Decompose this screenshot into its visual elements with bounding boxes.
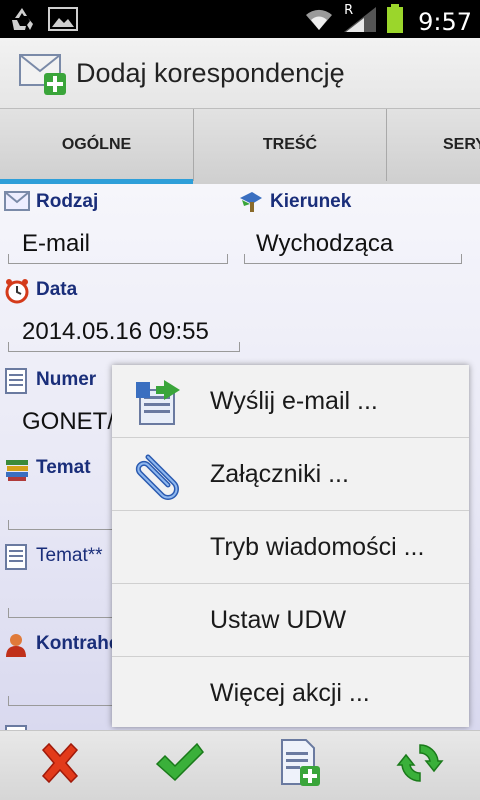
rodzaj-label-text: Rodzaj (36, 191, 99, 212)
cancel-icon (37, 740, 83, 791)
data-label-text: Data (36, 279, 78, 300)
tab-tresc[interactable]: TREŚĆ (193, 109, 386, 181)
menu-item-attachments[interactable]: Załączniki ... (112, 438, 469, 511)
add-document-icon (278, 738, 322, 793)
field-label-temat2: Temat** (4, 544, 103, 570)
paperclip-icon (134, 449, 186, 501)
wifi-icon (304, 6, 334, 37)
tab-serie[interactable]: SERY (386, 109, 480, 181)
field-label-rodzaj: Rodzaj (4, 190, 98, 214)
kierunek-label-text: Kierunek (270, 191, 352, 212)
status-bar: R 9:57 (0, 0, 480, 38)
context-menu: Wyślij e-mail ... Załączniki ... Tryb wi… (112, 365, 469, 727)
temat2-field-line (8, 608, 112, 618)
tab-bar: OGÓLNE TREŚĆ SERY (0, 108, 480, 185)
envelope-icon (4, 190, 30, 214)
confirm-button[interactable] (152, 738, 208, 794)
bottom-action-bar (0, 730, 480, 800)
refresh-button[interactable] (392, 738, 448, 794)
document-list-icon (4, 722, 30, 730)
field-label-data: Data (4, 278, 78, 304)
menu-item-label: Wyślij e-mail ... (210, 386, 378, 415)
network-letter: R (344, 3, 354, 18)
rodzaj-field-line (8, 254, 228, 264)
field-label-kontrahent: Kontrahe (4, 632, 120, 657)
tab-label: TREŚĆ (262, 136, 318, 153)
numer-label-text: Numer (36, 369, 97, 390)
temat2-label-text: Temat** (36, 545, 103, 566)
status-time: 9:57 (418, 7, 472, 36)
menu-item-send-email[interactable]: Wyślij e-mail ... (112, 365, 469, 438)
add-document-button[interactable] (272, 738, 328, 794)
menu-item-label: Więcej akcji ... (210, 679, 370, 707)
field-label-numer: Numer (4, 368, 97, 394)
tab-label: SERY (443, 136, 480, 153)
document-list-icon (4, 368, 30, 394)
numer-value[interactable]: GONET/ (22, 408, 114, 436)
menu-item-more-actions[interactable]: Więcej akcji ... (112, 657, 469, 730)
document-list-icon (4, 544, 30, 570)
menu-item-label: Załączniki ... (210, 459, 349, 488)
menu-item-set-bcc[interactable]: Ustaw UDW (112, 584, 469, 657)
status-bar-right: R 9:57 (304, 3, 472, 39)
image-icon (48, 7, 78, 36)
person-icon (4, 632, 30, 657)
title-bar: Dodaj korespondencję (0, 38, 480, 108)
send-email-icon (134, 376, 186, 428)
menu-item-label: Ustaw UDW (210, 605, 347, 634)
status-bar-left (8, 6, 78, 37)
kontrahent-field-line (8, 696, 112, 706)
temat-field-line (8, 520, 112, 530)
direction-arrow-icon (238, 190, 264, 214)
field-label-temat: Temat (4, 456, 91, 481)
menu-item-label: Tryb wiadomości ... (210, 532, 425, 561)
alarm-clock-icon (4, 278, 30, 304)
tab-label: OGÓLNE (61, 136, 132, 153)
books-icon (4, 456, 30, 481)
cancel-button[interactable] (32, 738, 88, 794)
tab-ogolne[interactable]: OGÓLNE (0, 109, 193, 185)
kierunek-field-line (244, 254, 462, 264)
temat-label-text: Temat (36, 457, 91, 478)
signal-icon: R (342, 3, 378, 38)
confirm-icon (155, 742, 205, 789)
mail-add-icon (18, 49, 68, 97)
recycle-icon (8, 6, 36, 37)
battery-icon (386, 4, 404, 39)
refresh-icon (396, 739, 444, 792)
data-field-line (8, 342, 240, 352)
field-label-kierunek: Kierunek (238, 190, 351, 214)
kontrahent-label-text: Kontrahe (36, 633, 120, 654)
menu-item-message-mode[interactable]: Tryb wiadomości ... (112, 511, 469, 584)
page-title: Dodaj korespondencję (76, 57, 345, 88)
